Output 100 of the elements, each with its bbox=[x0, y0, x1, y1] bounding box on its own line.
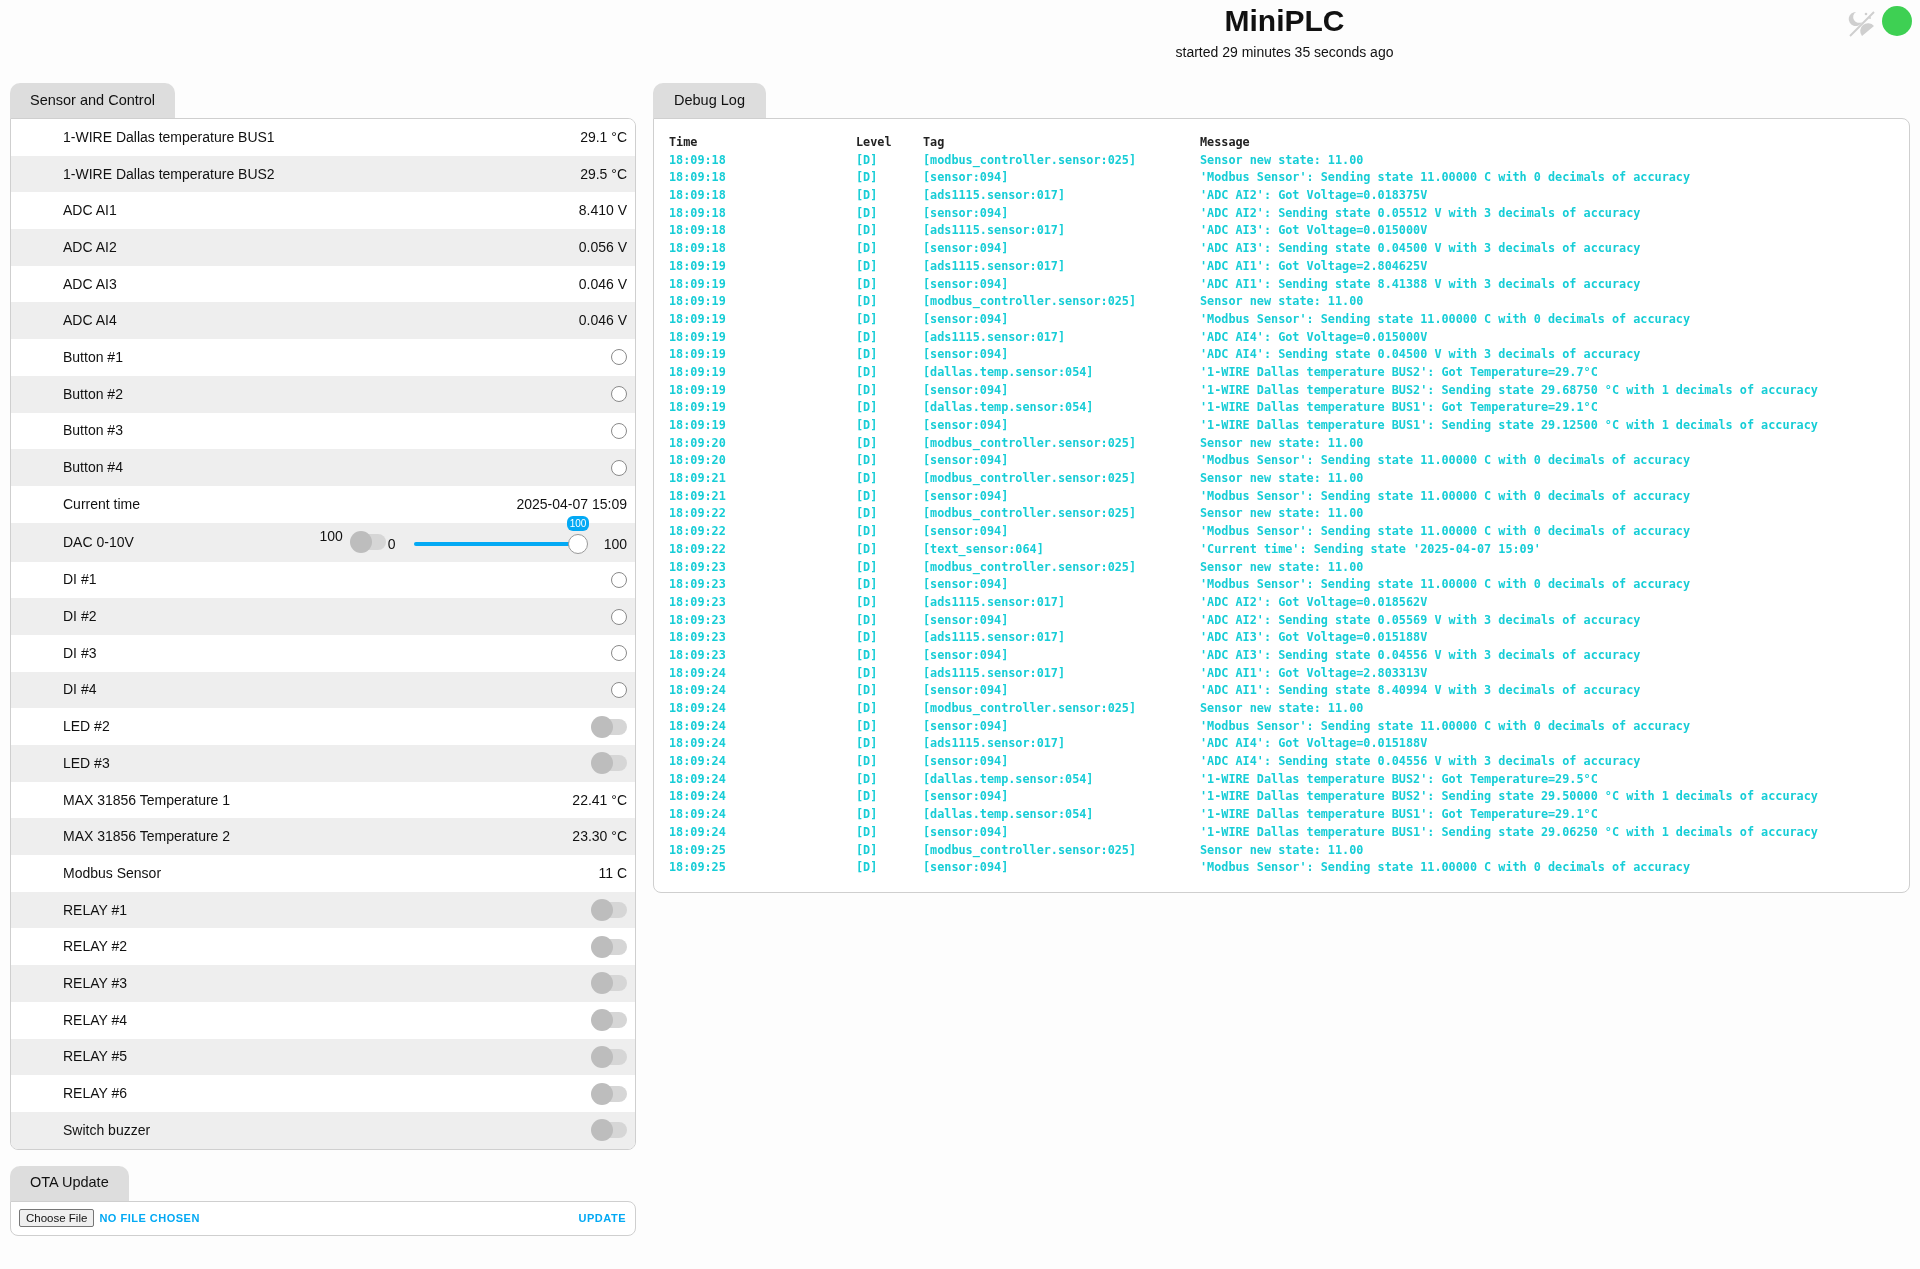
toggle-switch[interactable] bbox=[593, 975, 627, 992]
log-cell-text: 18:09:24 bbox=[669, 717, 726, 735]
log-cell-text: '1-WIRE Dallas temperature BUS2': Sending state 29.68750 °C with 1 decimals of accuracy bbox=[1200, 381, 1818, 399]
log-cell: [D] bbox=[856, 859, 878, 877]
log-cell: [modbus_controller.sensor:025] bbox=[923, 470, 1137, 488]
sensor-value: 11 C bbox=[598, 863, 627, 883]
connection-status-icon bbox=[1882, 6, 1912, 36]
log-cell-text: 'Modbus Sensor': Sending state 11.00000 C with 0 decimals of accuracy bbox=[1200, 310, 1691, 328]
log-cell-text: 18:09:25 bbox=[669, 841, 726, 859]
log-cell-text: 'ADC AI2': Sending state 0.05512 V with 3 decimals of accuracy bbox=[1200, 204, 1641, 222]
toggle-switch[interactable] bbox=[593, 1085, 627, 1102]
toggle-switch[interactable] bbox=[593, 718, 627, 735]
sensor-name: RELAY #4 bbox=[63, 1010, 128, 1030]
log-cell: [D] bbox=[856, 187, 878, 205]
log-cell-text: [sensor:094] bbox=[923, 204, 1009, 222]
log-cell-text: [D] bbox=[856, 487, 878, 505]
log-cell-text: [D] bbox=[856, 770, 878, 788]
sensor-name: ADC AI4 bbox=[63, 311, 117, 331]
sensor-name: ADC AI1 bbox=[63, 201, 117, 221]
log-cell-text: [sensor:094] bbox=[923, 611, 1009, 629]
log-cell-text: 18:09:24 bbox=[669, 823, 726, 841]
log-cell-text: [D] bbox=[856, 593, 878, 611]
app-title: MiniPLC bbox=[1224, 3, 1345, 39]
sensor-value: 29.5 °C bbox=[580, 164, 627, 184]
sensor-name: RELAY #2 bbox=[63, 937, 128, 957]
log-cell-text: 18:09:18 bbox=[669, 204, 726, 222]
log-cell-text: [D] bbox=[856, 664, 878, 682]
toggle-switch[interactable] bbox=[593, 902, 627, 919]
theme-toggle-icon[interactable] bbox=[1846, 8, 1876, 38]
number-value: 100 bbox=[319, 526, 343, 546]
sensor-name: DI #4 bbox=[63, 680, 97, 700]
log-cell-text: '1-WIRE Dallas temperature BUS2': Got Temperature=29.5°C bbox=[1200, 770, 1598, 788]
sensor-name: LED #3 bbox=[63, 753, 110, 773]
toggle-switch[interactable] bbox=[351, 534, 386, 551]
panel-tab[interactable]: OTA Update bbox=[10, 1165, 129, 1201]
log-cell: 18:09:23 bbox=[669, 629, 726, 647]
log-cell-text: [D] bbox=[856, 611, 878, 629]
log-cell-text: 18:09:19 bbox=[669, 363, 726, 381]
log-cell-text: [sensor:094] bbox=[923, 169, 1009, 187]
log-cell-text: 'Current time': Sending state '2025-04-07 15:09' bbox=[1200, 540, 1541, 558]
log-cell: 'ADC AI2': Got Voltage=0.018375V bbox=[1200, 187, 1428, 205]
log-cell: 18:09:24 bbox=[669, 682, 726, 700]
log-cell-text: 18:09:19 bbox=[669, 328, 726, 346]
log-cell: [modbus_controller.sensor:025] bbox=[923, 434, 1137, 453]
log-cell-text: [sensor:094] bbox=[923, 417, 1009, 434]
panel-tab[interactable]: Sensor and Control bbox=[10, 83, 175, 118]
toggle-switch[interactable] bbox=[593, 1048, 627, 1065]
log-cell-text: [ads1115.sensor:017] bbox=[923, 593, 1066, 611]
log-cell: 18:09:24 bbox=[669, 753, 726, 771]
log-cell-text: [D] bbox=[856, 169, 878, 187]
log-cell-text: 18:09:21 bbox=[669, 487, 726, 505]
sensor-value: 2025-04-07 15:09 bbox=[516, 494, 627, 514]
log-cell-text: 'ADC AI1': Sending state 8.41388 V with 3 decimals of accuracy bbox=[1200, 275, 1641, 293]
log-cell: [ads1115.sensor:017] bbox=[923, 187, 1066, 205]
log-cell-text: '1-WIRE Dallas temperature BUS2': Got Temperature=29.7°C bbox=[1200, 363, 1598, 381]
log-cell-text: [ads1115.sensor:017] bbox=[923, 328, 1066, 346]
log-cell: 18:09:21 bbox=[669, 470, 726, 488]
log-cell-text: 18:09:20 bbox=[669, 434, 726, 452]
log-cell-text: 'ADC AI2': Got Voltage=0.018562V bbox=[1200, 593, 1428, 611]
log-cell-text: [D] bbox=[856, 222, 878, 240]
log-cell: [sensor:094] bbox=[923, 682, 1009, 700]
log-cell-text: 'ADC AI4': Got Voltage=0.015188V bbox=[1200, 735, 1428, 753]
panel-tab[interactable]: Debug Log bbox=[653, 83, 766, 118]
toggle-switch[interactable] bbox=[593, 1012, 627, 1029]
log-cell: [D] bbox=[856, 399, 878, 417]
log-cell: [D] bbox=[856, 629, 878, 647]
log-cell-text: [D] bbox=[856, 646, 878, 664]
toggle-switch[interactable] bbox=[593, 755, 627, 772]
log-cell-text: [D] bbox=[856, 841, 878, 859]
log-cell: [modbus_controller.sensor:025] bbox=[923, 700, 1137, 718]
log-cell-text: [D] bbox=[856, 257, 878, 275]
sensor-value: 29.1 °C bbox=[580, 127, 627, 147]
sensor-name: 1-WIRE Dallas temperature BUS2 bbox=[63, 164, 275, 184]
log-cell-text: Sensor new state: 11.00 bbox=[1200, 841, 1364, 859]
choose-file-button[interactable]: Choose File bbox=[19, 1209, 95, 1228]
log-cell-text: 'ADC AI2': Sending state 0.05569 V with 3 decimals of accuracy bbox=[1200, 611, 1641, 629]
toggle-switch[interactable] bbox=[593, 938, 627, 955]
log-cell-text: [ads1115.sensor:017] bbox=[923, 222, 1066, 240]
slider-thumb[interactable] bbox=[567, 534, 588, 555]
log-cell-text: 18:09:19 bbox=[669, 257, 726, 275]
log-cell-text: [dallas.temp.sensor:054] bbox=[923, 770, 1094, 788]
sensor-value: 8.410 V bbox=[578, 201, 627, 221]
slider-min-label: 0 bbox=[387, 534, 396, 554]
log-cell-text: [D] bbox=[856, 434, 878, 452]
log-cell-text: 18:09:18 bbox=[669, 151, 726, 169]
log-cell-text: [D] bbox=[856, 735, 878, 753]
log-cell-text: 'ADC AI4': Got Voltage=0.015000V bbox=[1200, 328, 1428, 346]
sensor-name: DAC 0-10V bbox=[63, 532, 134, 552]
log-cell: '1-WIRE Dallas temperature BUS1': Got Temperature=29.1°C bbox=[1200, 806, 1598, 824]
log-cell: [ads1115.sensor:017] bbox=[923, 629, 1066, 647]
log-cell-text: [ads1115.sensor:017] bbox=[923, 664, 1066, 682]
log-cell-text: Sensor new state: 11.00 bbox=[1200, 558, 1364, 576]
slider-value-bubble: 100 bbox=[566, 516, 590, 532]
sensor-value: 0.046 V bbox=[578, 274, 627, 294]
log-cell: [D] bbox=[856, 753, 878, 771]
sensor-name: Button #3 bbox=[63, 421, 123, 441]
log-cell: [modbus_controller.sensor:025] bbox=[923, 558, 1137, 577]
toggle-switch[interactable] bbox=[593, 1122, 627, 1139]
log-cell-text: [D] bbox=[856, 328, 878, 346]
log-cell-text: 'ADC AI1': Got Voltage=2.803313V bbox=[1200, 664, 1428, 682]
